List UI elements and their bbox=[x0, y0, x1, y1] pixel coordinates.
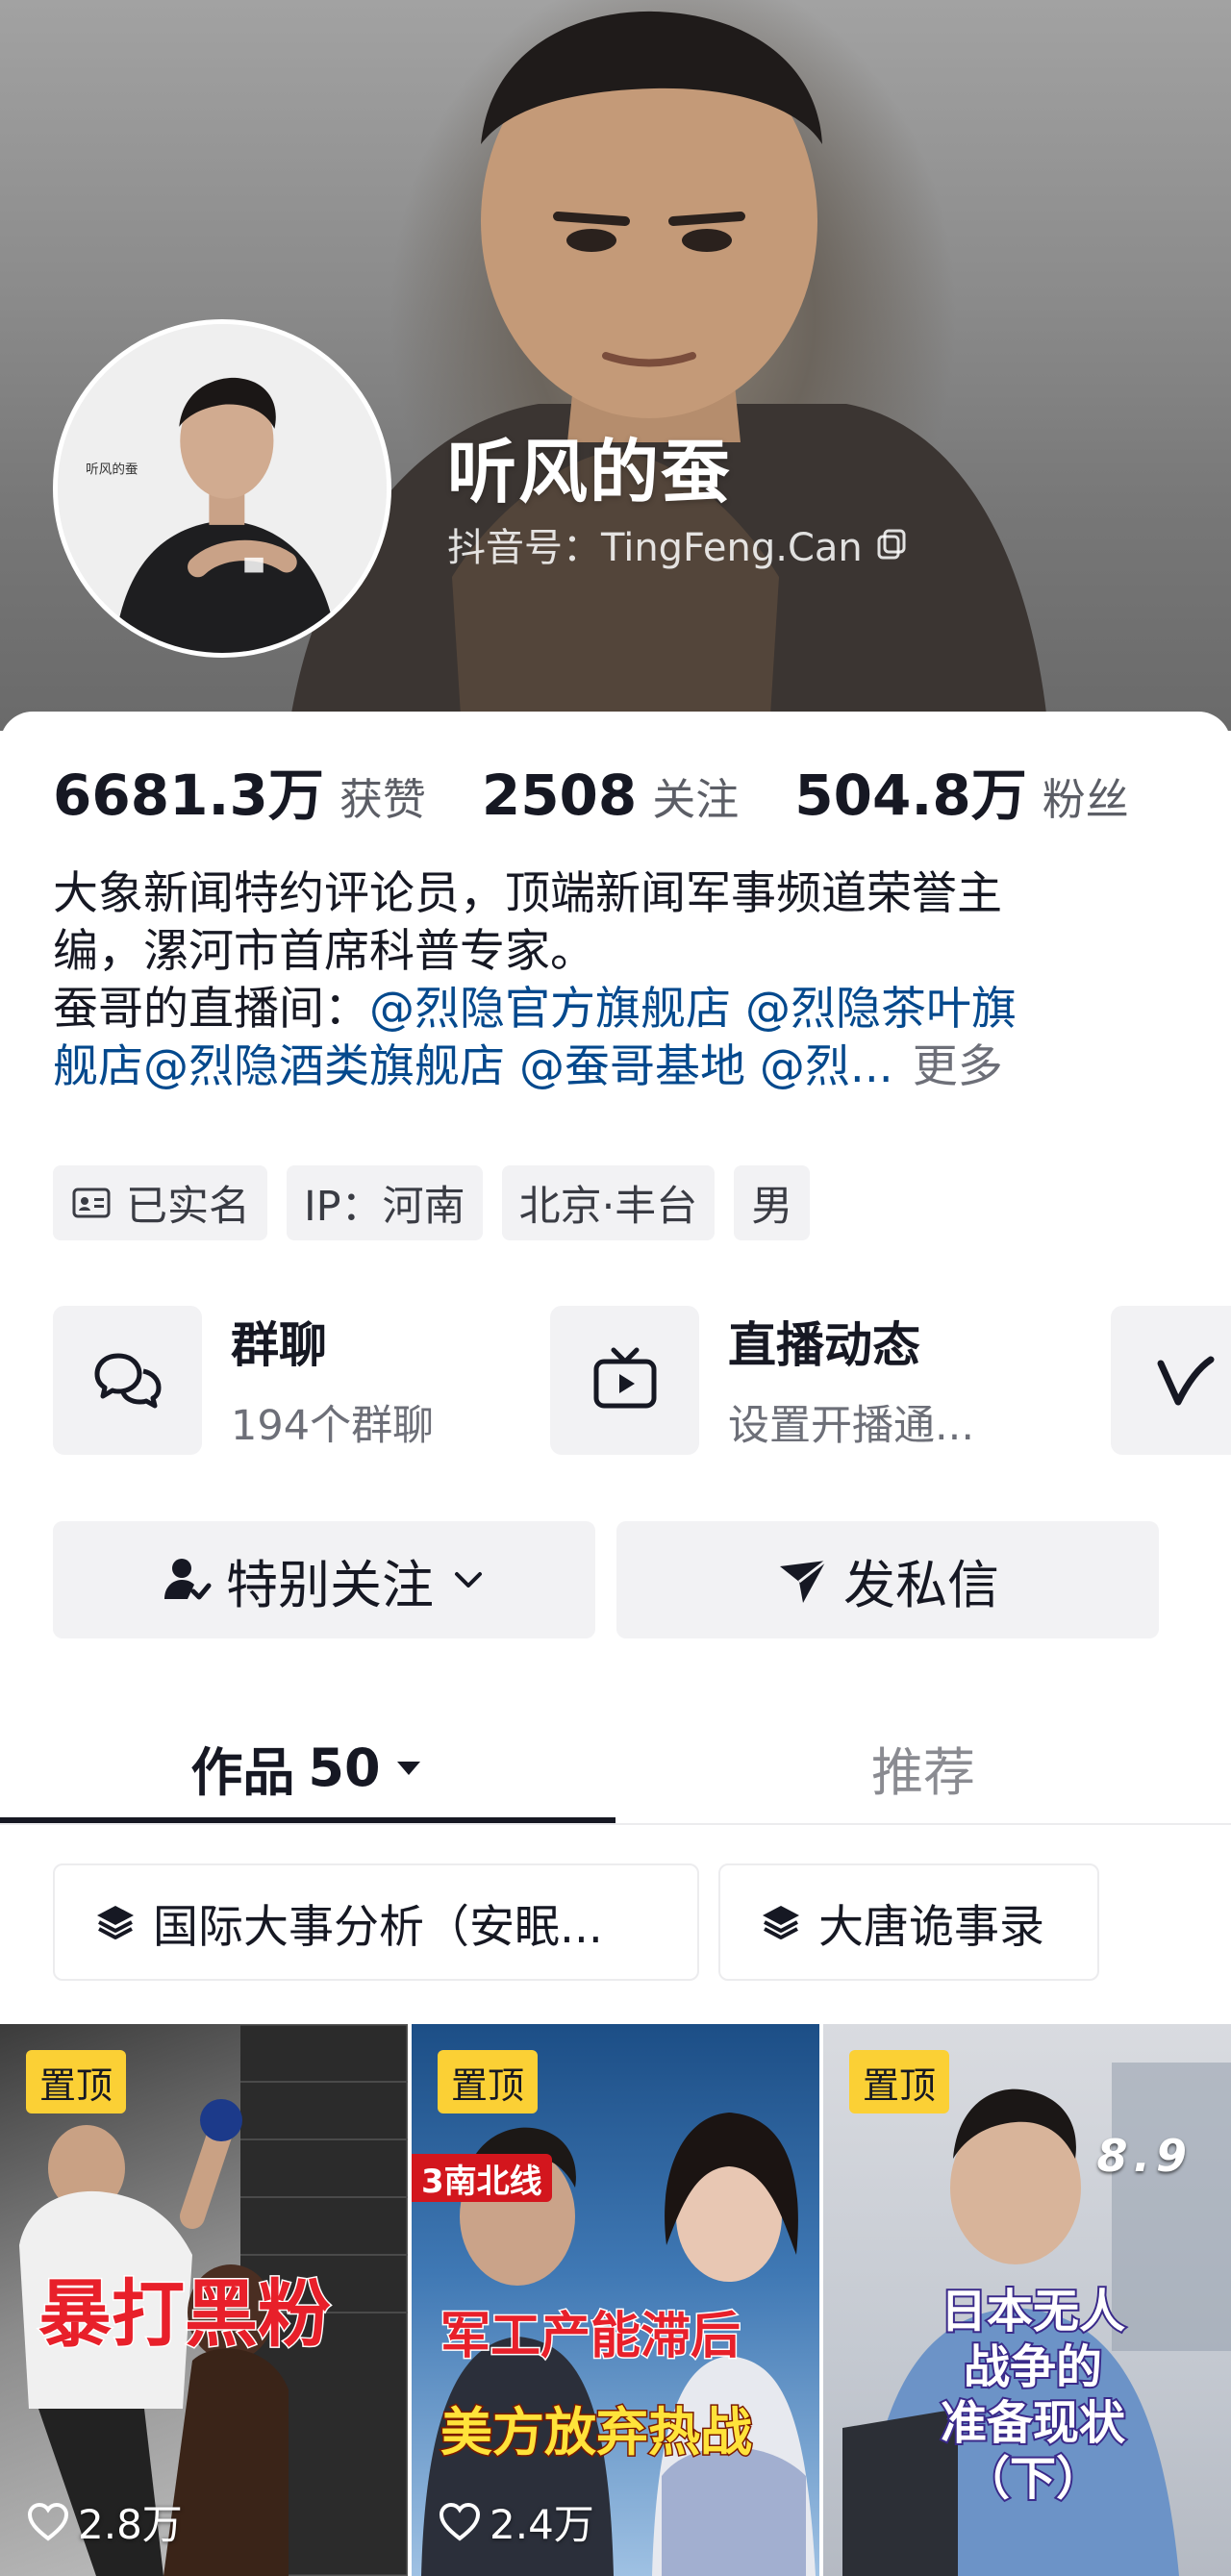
feature-subtitle: 194个群聊 bbox=[231, 1402, 435, 1450]
like-count: 2.8万 bbox=[26, 2492, 183, 2551]
feature-entries: 群聊 194个群聊 直播动态 设置开播通... bbox=[53, 1306, 1231, 1460]
button-label: 特别关注 bbox=[226, 1554, 434, 1615]
chevron-down-icon bbox=[455, 1572, 482, 1588]
content-tabs: 作品 50 推荐 bbox=[0, 1712, 1231, 1825]
video-grid: 置顶 暴打黑粉 2.8万 置顶 3南北线 军工产能滞后 美方放弃热战 2.4万 … bbox=[0, 2024, 1231, 2576]
tab-count: 50 bbox=[308, 1737, 381, 1798]
layers-icon bbox=[97, 1906, 134, 1939]
video-thumbnail[interactable]: 置顶 8.9 日本无人 战争的 准备现状 （下） bbox=[823, 2024, 1231, 2576]
pinned-badge: 置顶 bbox=[438, 2050, 539, 2113]
feature-group-chat[interactable]: 群聊 194个群聊 bbox=[53, 1306, 434, 1455]
id-card-icon bbox=[72, 1188, 111, 1218]
heart-icon bbox=[439, 2502, 481, 2541]
tag-label: 男 bbox=[751, 1183, 793, 1231]
tab-recommend[interactable]: 推荐 bbox=[616, 1712, 1231, 1823]
tv-play-icon bbox=[593, 1347, 656, 1408]
bio-line: 大象新闻特约评论员，顶端新闻军事频道荣誉主 bbox=[53, 867, 1002, 920]
collection-chip[interactable]: 大唐诡事录 bbox=[718, 1863, 1099, 1981]
feature-subtitle: 设置开播通... bbox=[728, 1402, 975, 1450]
tab-label: 推荐 bbox=[871, 1741, 975, 1803]
douyin-id-row[interactable]: 抖音号：TingFeng.Can bbox=[447, 516, 911, 572]
stat-label: 粉丝 bbox=[1042, 774, 1129, 825]
video-thumbnail[interactable]: 置顶 3南北线 军工产能滞后 美方放弃热战 2.4万 bbox=[412, 2024, 819, 2576]
avatar-photo: 听风的蚕 bbox=[58, 324, 387, 653]
button-label: 发私信 bbox=[843, 1554, 999, 1615]
collections-row: 国际大事分析（安眠... 大唐诡事录 bbox=[53, 1863, 1099, 1981]
stat-value: 2508 bbox=[481, 763, 638, 828]
tab-works[interactable]: 作品 50 bbox=[0, 1712, 616, 1823]
video-overlay-text: 暴打黑粉 bbox=[38, 2270, 333, 2359]
copy-icon[interactable] bbox=[872, 525, 911, 563]
profile-card: 6681.3万 获赞 2508 关注 504.8万 粉丝 大象新闻特约评论员，顶… bbox=[0, 712, 1231, 2576]
video-score: 8.9 bbox=[1096, 2130, 1193, 2182]
special-follow-button[interactable]: 特别关注 bbox=[53, 1521, 595, 1638]
tag-verified[interactable]: 已实名 bbox=[53, 1165, 267, 1240]
svg-text:听风的蚕: 听风的蚕 bbox=[86, 462, 138, 477]
bio-text: 蚕哥的直播间： bbox=[53, 983, 369, 1036]
stat-followers[interactable]: 504.8万 粉丝 bbox=[794, 750, 1128, 831]
bio-mention-links[interactable]: 舰店@烈隐酒类旗舰店 @蚕哥基地 @烈... bbox=[53, 1040, 893, 1093]
like-count: 2.4万 bbox=[438, 2492, 594, 2551]
collection-chip[interactable]: 国际大事分析（安眠... bbox=[53, 1863, 699, 1981]
tag-label: 已实名 bbox=[126, 1183, 250, 1231]
like-count-value: 2.8万 bbox=[78, 2501, 183, 2548]
profile-cover: 听风的蚕 听风的蚕 抖音号：TingFeng.Can bbox=[0, 0, 1231, 731]
video-thumbnail[interactable]: 置顶 暴打黑粉 2.8万 bbox=[0, 2024, 408, 2576]
layers-icon bbox=[763, 1906, 799, 1939]
feature-icon-box bbox=[53, 1306, 202, 1455]
bio-more-link[interactable]: 更多 bbox=[913, 1040, 1003, 1093]
send-icon bbox=[780, 1559, 827, 1603]
overlay-line: 战争的 bbox=[962, 2338, 1104, 2396]
overlay-line: 准备现状 bbox=[939, 2394, 1127, 2452]
bio-line: 编，漯河市首席科普专家。 bbox=[53, 925, 595, 978]
nickname: 听风的蚕 bbox=[447, 432, 733, 513]
feature-live-updates[interactable]: 直播动态 设置开播通... bbox=[550, 1306, 974, 1455]
tag-label: IP：河南 bbox=[304, 1183, 465, 1231]
bio-line: 舰店@烈隐酒类旗舰店 @蚕哥基地 @烈... 更多 bbox=[53, 1038, 1178, 1096]
active-tab-indicator bbox=[0, 1817, 616, 1823]
profile-tags: 已实名 IP：河南 北京·丰台 男 bbox=[53, 1165, 811, 1240]
stat-label: 获赞 bbox=[339, 774, 426, 825]
collection-label: 国际大事分析（安眠... bbox=[153, 1900, 603, 1954]
video-overlay-text: 军工产能滞后 bbox=[439, 2306, 741, 2367]
show-logo: 3南北线 bbox=[412, 2154, 552, 2202]
overlay-line: （下） bbox=[962, 2450, 1104, 2508]
stat-following[interactable]: 2508 关注 bbox=[482, 763, 739, 828]
bio[interactable]: 大象新闻特约评论员，顶端新闻军事频道荣誉主 编，漯河市首席科普专家。 蚕哥的直播… bbox=[53, 865, 1178, 1096]
v-logo-icon bbox=[1157, 1356, 1214, 1405]
like-count-value: 2.4万 bbox=[490, 2501, 594, 2548]
feature-title: 群聊 bbox=[231, 1317, 327, 1373]
tab-label: 作品 bbox=[190, 1741, 295, 1803]
stats-row: 6681.3万 获赞 2508 关注 504.8万 粉丝 bbox=[53, 750, 1185, 831]
heart-icon bbox=[27, 2502, 69, 2541]
stat-value: 6681.3万 bbox=[53, 763, 324, 828]
douyin-id: 抖音号：TingFeng.Can bbox=[447, 526, 863, 570]
video-overlay-text: 日本无人 战争的 准备现状 （下） bbox=[898, 2283, 1168, 2508]
feature-title: 直播动态 bbox=[728, 1317, 920, 1373]
tag-ip: IP：河南 bbox=[287, 1165, 483, 1240]
action-buttons: 特别关注 发私信 bbox=[53, 1521, 1159, 1638]
bio-mention-links[interactable]: @烈隐官方旗舰店 @烈隐茶叶旗 bbox=[369, 983, 1017, 1036]
tag-location: 北京·丰台 bbox=[501, 1165, 716, 1240]
feature-icon-box bbox=[550, 1306, 699, 1455]
overlay-line: 日本无人 bbox=[939, 2283, 1127, 2340]
stat-likes[interactable]: 6681.3万 获赞 bbox=[53, 750, 426, 831]
stat-value: 504.8万 bbox=[794, 763, 1027, 828]
bio-line: 蚕哥的直播间：@烈隐官方旗舰店 @烈隐茶叶旗 bbox=[53, 981, 1178, 1038]
tag-gender: 男 bbox=[734, 1165, 811, 1240]
collection-label: 大唐诡事录 bbox=[818, 1900, 1044, 1954]
caret-down-icon[interactable] bbox=[392, 1751, 425, 1784]
chat-bubbles-icon bbox=[94, 1353, 161, 1408]
user-follow-icon bbox=[164, 1559, 212, 1600]
feature-icon-box bbox=[1111, 1306, 1231, 1455]
feature-more[interactable] bbox=[1111, 1306, 1231, 1455]
tag-label: 北京·丰台 bbox=[518, 1183, 698, 1231]
pinned-badge: 置顶 bbox=[26, 2050, 127, 2113]
stat-label: 关注 bbox=[652, 774, 740, 825]
pinned-badge: 置顶 bbox=[849, 2050, 950, 2113]
video-overlay-text: 美方放弃热战 bbox=[440, 2400, 754, 2464]
send-message-button[interactable]: 发私信 bbox=[616, 1521, 1159, 1638]
avatar[interactable]: 听风的蚕 bbox=[53, 319, 391, 658]
